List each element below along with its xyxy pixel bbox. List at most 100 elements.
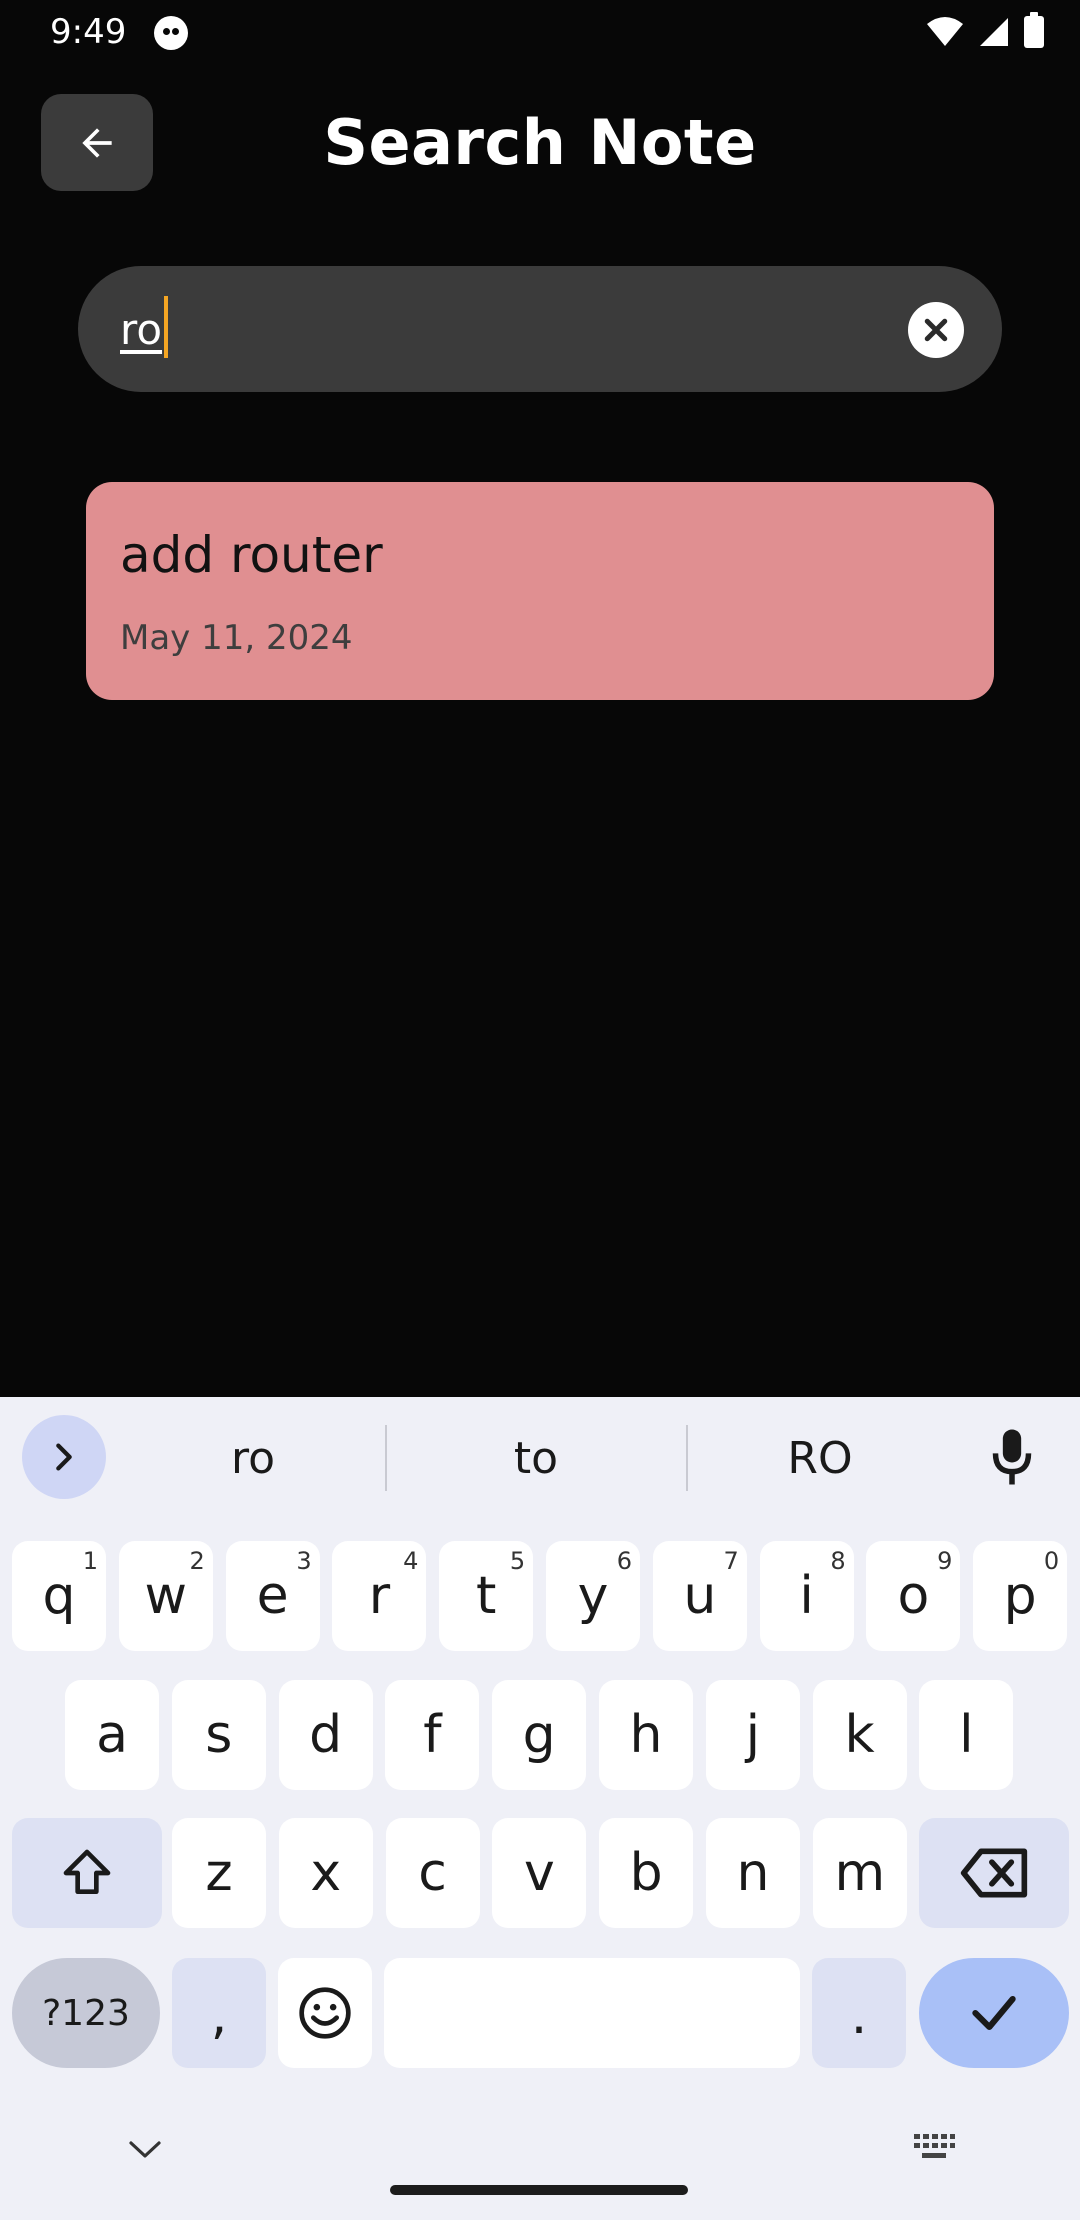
key-number-hint: 6: [616, 1547, 632, 1575]
key-k[interactable]: k: [812, 1680, 907, 1790]
key-s[interactable]: s: [171, 1680, 266, 1790]
cat-notification-icon: [154, 16, 188, 50]
key-number-hint: 5: [509, 1547, 526, 1575]
signal-icon: [980, 18, 1008, 46]
soft-keyboard: ro to RO q1w2e3r4t5y6u7i8o9p0 asdfghjkl …: [0, 1397, 1080, 2220]
key-label: k: [844, 1705, 875, 1765]
key-label: c: [418, 1843, 447, 1903]
chevron-down-icon[interactable]: [128, 2140, 162, 2160]
key-label: r: [368, 1566, 391, 1626]
note-title: add router: [120, 526, 383, 584]
shift-icon: [63, 1849, 111, 1894]
key-x[interactable]: x: [278, 1818, 373, 1928]
key-i[interactable]: i8: [759, 1541, 854, 1651]
key-number-hint: 7: [723, 1547, 739, 1575]
key-label: d: [309, 1705, 343, 1765]
key-label: g: [522, 1705, 556, 1765]
key-label: w: [144, 1566, 188, 1626]
checkmark-icon: [972, 1995, 1016, 2031]
period-key[interactable]: .: [812, 1958, 906, 2068]
key-b[interactable]: b: [599, 1818, 694, 1928]
search-input-value: ro: [120, 305, 163, 354]
key-label: z: [205, 1843, 233, 1903]
home-indicator[interactable]: [390, 2185, 688, 2195]
backspace-key[interactable]: [919, 1818, 1069, 1928]
key-number-hint: 8: [830, 1547, 846, 1575]
status-bar: 9:49: [0, 0, 1080, 64]
key-label: u: [683, 1566, 717, 1626]
key-z[interactable]: z: [172, 1818, 266, 1928]
key-a[interactable]: a: [65, 1680, 159, 1790]
key-label: i: [799, 1566, 814, 1626]
key-p[interactable]: p0: [973, 1541, 1068, 1651]
key-f[interactable]: f: [385, 1680, 480, 1790]
key-label: x: [310, 1843, 342, 1903]
shift-key[interactable]: [12, 1818, 162, 1928]
text-caret: [164, 296, 169, 358]
key-label: t: [475, 1566, 497, 1626]
keyboard-icon[interactable]: [912, 2132, 956, 2162]
suggestion-divider: [385, 1425, 387, 1491]
key-m[interactable]: m: [812, 1818, 907, 1928]
key-v[interactable]: v: [492, 1818, 587, 1928]
symbols-key[interactable]: ?123: [12, 1958, 160, 2068]
key-label: b: [629, 1843, 663, 1903]
key-number-hint: 3: [296, 1547, 312, 1575]
key-t[interactable]: t5: [439, 1541, 534, 1651]
suggestion-1[interactable]: ro: [133, 1433, 373, 1484]
key-label: p: [1003, 1566, 1037, 1626]
key-c[interactable]: c: [385, 1818, 480, 1928]
key-label: o: [897, 1566, 930, 1626]
key-label: f: [423, 1705, 442, 1765]
key-number-hint: 4: [403, 1547, 419, 1575]
key-label: q: [42, 1566, 76, 1626]
suggestion-divider: [686, 1425, 688, 1491]
key-label: s: [205, 1705, 233, 1765]
chevron-right-icon: [56, 1443, 72, 1471]
key-l[interactable]: l: [919, 1680, 1014, 1790]
key-j[interactable]: j: [705, 1680, 800, 1790]
key-n[interactable]: n: [706, 1818, 800, 1928]
key-label: a: [96, 1705, 128, 1765]
key-label: h: [629, 1705, 663, 1765]
key-label: n: [736, 1843, 770, 1903]
key-label: y: [577, 1566, 609, 1626]
note-card[interactable]: add router May 11, 2024: [86, 482, 994, 700]
suggestions-expand-button[interactable]: [22, 1415, 106, 1499]
key-d[interactable]: d: [278, 1680, 373, 1790]
wifi-icon: [927, 17, 963, 46]
note-date: May 11, 2024: [120, 618, 353, 658]
key-o[interactable]: o9: [866, 1541, 961, 1651]
key-label: v: [524, 1843, 555, 1903]
key-w[interactable]: w2: [118, 1541, 213, 1651]
microphone-icon[interactable]: [990, 1427, 1034, 1487]
key-q[interactable]: q1: [12, 1541, 106, 1651]
search-field[interactable]: ro: [78, 266, 1002, 392]
key-number-hint: 9: [937, 1547, 953, 1575]
suggestion-2[interactable]: to: [416, 1433, 656, 1484]
key-label: m: [834, 1843, 886, 1903]
done-key[interactable]: [919, 1958, 1069, 2068]
key-r[interactable]: r4: [332, 1541, 427, 1651]
key-number-hint: 0: [1043, 1547, 1060, 1575]
key-g[interactable]: g: [492, 1680, 587, 1790]
space-key[interactable]: [384, 1958, 800, 2068]
emoji-icon: [299, 1987, 351, 2039]
suggestion-3[interactable]: RO: [700, 1433, 940, 1484]
key-u[interactable]: u7: [652, 1541, 747, 1651]
search-input[interactable]: ro: [120, 296, 169, 358]
battery-icon: [1024, 12, 1044, 48]
clear-search-button[interactable]: [908, 302, 964, 358]
page-title: Search Note: [323, 106, 757, 179]
status-time: 9:49: [50, 12, 127, 52]
key-e[interactable]: e3: [225, 1541, 320, 1651]
status-icons: [926, 12, 1044, 48]
key-y[interactable]: y6: [546, 1541, 640, 1651]
key-number-hint: 1: [82, 1547, 98, 1575]
key-label: e: [256, 1566, 289, 1626]
backspace-icon: [960, 1848, 1028, 1898]
key-h[interactable]: h: [599, 1680, 693, 1790]
key-label: l: [959, 1705, 974, 1765]
comma-key[interactable]: ,: [172, 1958, 266, 2068]
emoji-key[interactable]: [278, 1958, 372, 2068]
